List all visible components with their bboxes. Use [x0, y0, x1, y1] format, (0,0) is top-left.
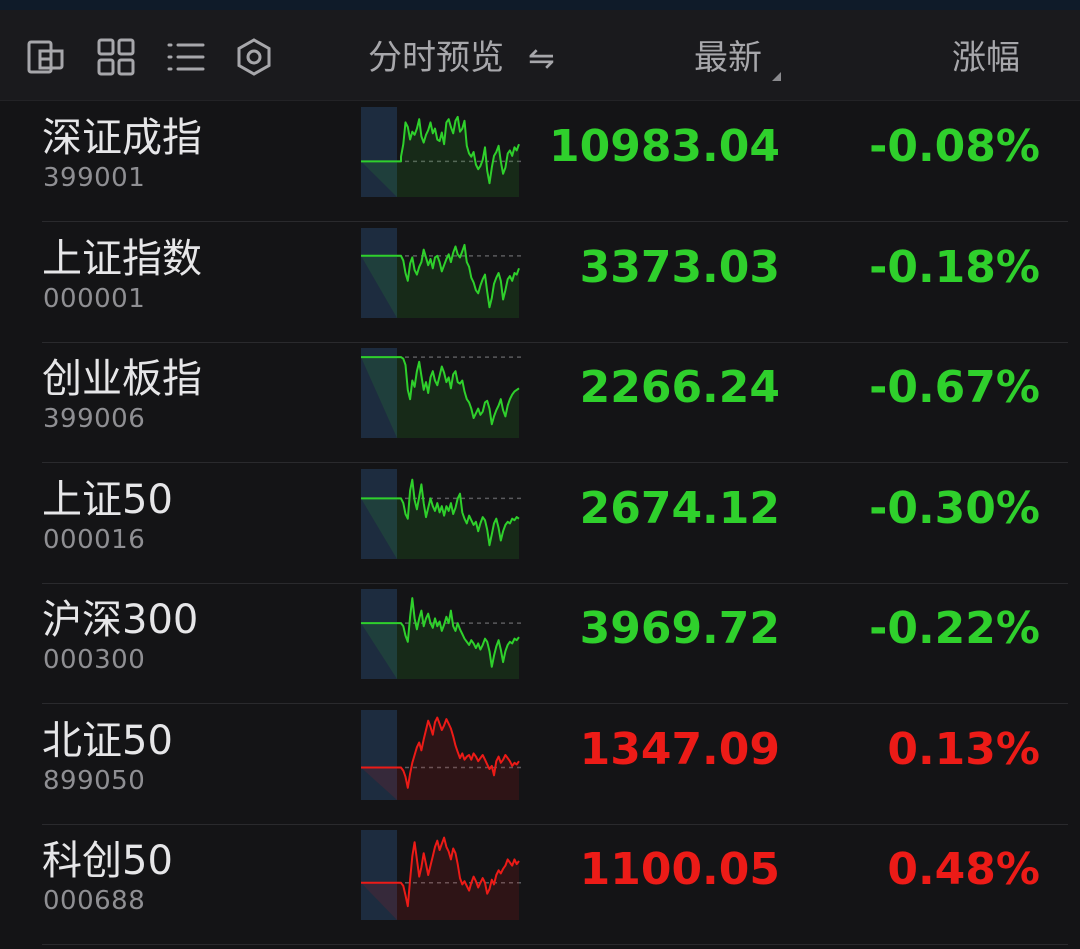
quote-row[interactable]: 创业板指 399006 2266.24 -0.67% [42, 342, 1068, 463]
status-strip [0, 0, 1080, 10]
change-percent: -0.22% [869, 603, 1040, 654]
index-name: 深证成指 [42, 115, 202, 161]
settings-icon[interactable] [234, 37, 274, 77]
index-name: 科创50 [42, 838, 173, 884]
change-percent: -0.18% [869, 242, 1040, 293]
latest-price: 2266.24 [579, 362, 780, 413]
swap-view-icon[interactable]: ⇋ [528, 38, 555, 78]
grid-view-icon[interactable] [96, 37, 136, 77]
index-code: 399006 [43, 404, 146, 434]
multi-window-icon[interactable] [26, 37, 66, 77]
index-name: 沪深300 [42, 597, 199, 643]
intraday-sparkline[interactable] [361, 469, 521, 559]
latest-price: 2674.12 [579, 483, 780, 534]
index-name: 上证指数 [42, 236, 202, 282]
intraday-sparkline[interactable] [361, 830, 521, 920]
sort-indicator-icon [772, 72, 781, 81]
quote-row[interactable]: 科创50 000688 1100.05 0.48% [42, 824, 1068, 945]
change-percent: -0.67% [869, 362, 1040, 413]
latest-price: 10983.04 [548, 121, 780, 172]
latest-price: 1347.09 [579, 724, 780, 775]
index-code: 000688 [43, 886, 146, 916]
index-code: 000300 [43, 645, 146, 675]
index-code: 899050 [43, 766, 146, 796]
intraday-sparkline[interactable] [361, 107, 521, 197]
list-header: 分时预览 ⇋ 最新 涨幅 [0, 10, 1080, 101]
index-name: 北证50 [42, 718, 173, 764]
latest-price: 3969.72 [579, 603, 780, 654]
quote-row[interactable]: 上证指数 000001 3373.03 -0.18% [42, 222, 1068, 343]
quote-row[interactable]: 深证成指 399001 10983.04 -0.08% [42, 101, 1068, 222]
quote-row[interactable]: 上证50 000016 2674.12 -0.30% [42, 463, 1068, 584]
index-code: 399001 [43, 163, 146, 193]
intraday-sparkline[interactable] [361, 348, 521, 438]
intraday-sparkline[interactable] [361, 589, 521, 679]
change-percent: -0.08% [869, 121, 1040, 172]
intraday-sparkline[interactable] [361, 228, 521, 318]
latest-price: 3373.03 [579, 242, 780, 293]
change-percent: 0.48% [887, 844, 1040, 895]
index-name: 上证50 [42, 477, 173, 523]
intraday-sparkline[interactable] [361, 710, 521, 800]
latest-column-label[interactable]: 最新 [694, 38, 762, 78]
quote-row[interactable]: 北证50 899050 1347.09 0.13% [42, 704, 1068, 825]
index-code: 000016 [43, 525, 146, 555]
quote-row[interactable]: 沪深300 000300 3969.72 -0.22% [42, 583, 1068, 704]
change-column-label[interactable]: 涨幅 [952, 38, 1020, 78]
preview-column-label[interactable]: 分时预览 [368, 38, 504, 78]
change-percent: 0.13% [887, 724, 1040, 775]
index-name: 创业板指 [42, 356, 202, 402]
latest-price: 1100.05 [579, 844, 780, 895]
list-view-icon[interactable] [166, 37, 206, 77]
change-percent: -0.30% [869, 483, 1040, 534]
index-code: 000001 [43, 284, 146, 314]
